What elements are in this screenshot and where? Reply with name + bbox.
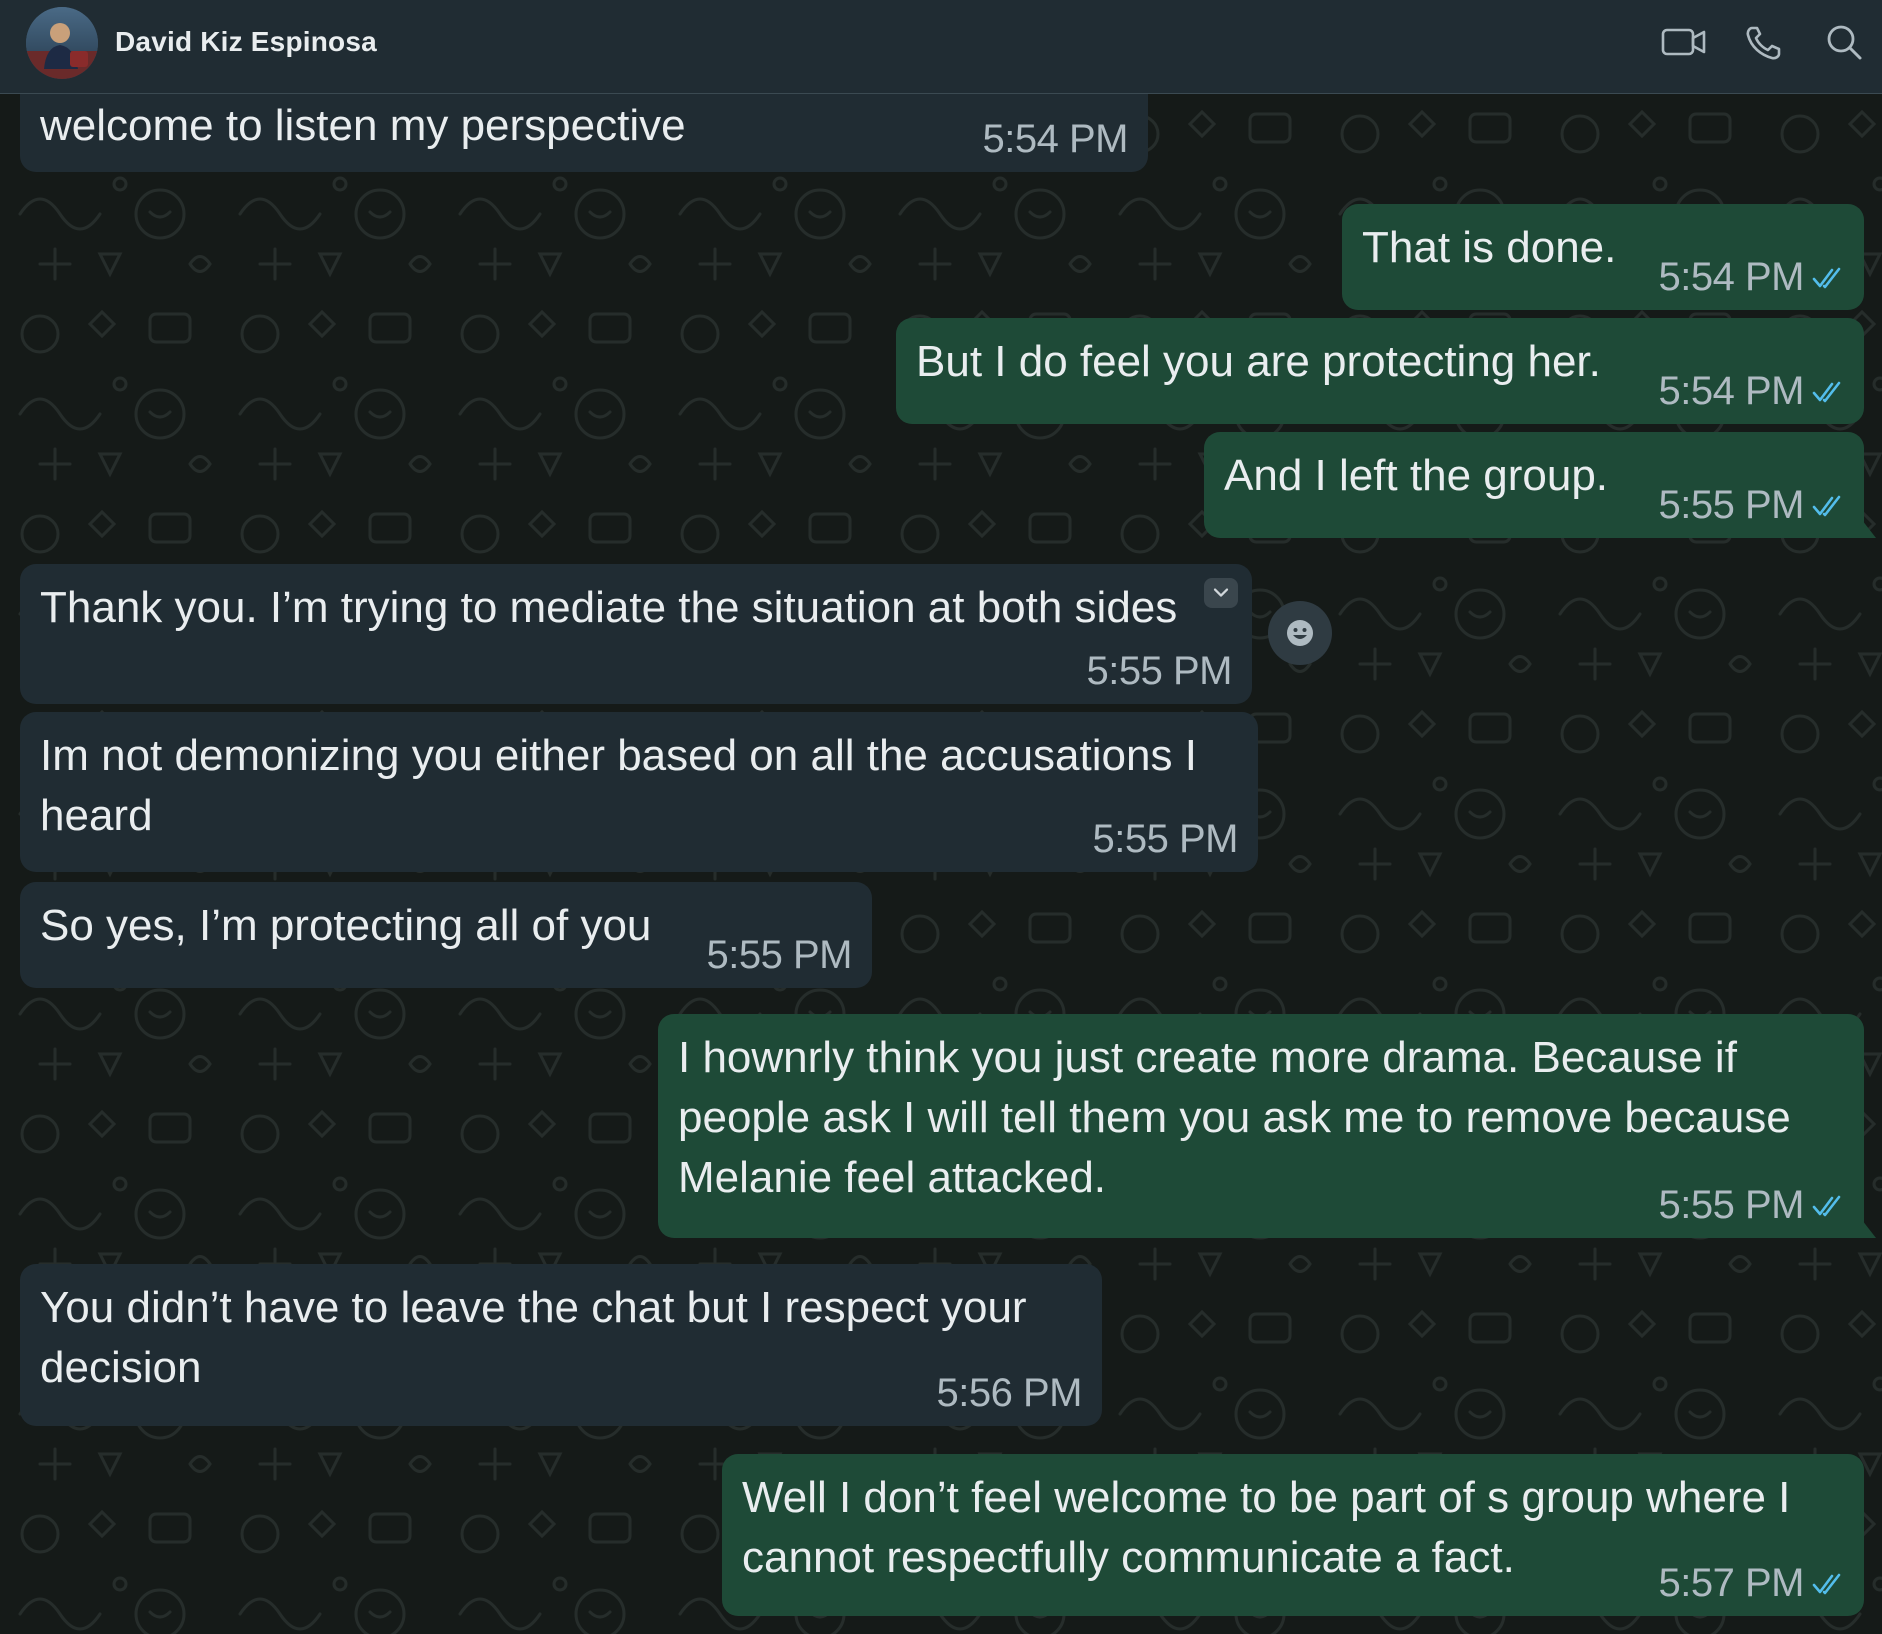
message-bubble-incoming[interactable]: You didn’t have to leave the chat but I … [20, 1264, 1102, 1426]
message-bubble-outgoing[interactable]: That is done. 5:54 PM [1342, 204, 1864, 310]
chat-area[interactable]: welcome to listen my perspective 5:54 PM… [0, 94, 1882, 1634]
message-meta: 5:54 PM [982, 117, 1129, 162]
message-text: welcome to listen my perspective [40, 101, 686, 150]
message-meta: 5:55 PM [706, 933, 853, 978]
double-check-icon [1812, 1573, 1844, 1595]
message-menu-button[interactable] [1204, 578, 1238, 608]
double-check-icon [1812, 267, 1844, 289]
message-time: 5:56 PM [936, 1371, 1083, 1415]
voice-call-icon[interactable] [1742, 22, 1790, 62]
message-time: 5:55 PM [706, 933, 853, 977]
message-time: 5:55 PM [1658, 483, 1805, 527]
video-call-icon[interactable] [1660, 22, 1708, 62]
contact-name[interactable]: David Kiz Espinosa [115, 26, 377, 58]
react-button[interactable] [1268, 601, 1332, 665]
contact-avatar[interactable] [26, 7, 98, 79]
message-bubble-outgoing[interactable]: I hownrly think you just create more dra… [658, 1014, 1876, 1238]
message-text: I hownrly think you just create more dra… [678, 1033, 1803, 1202]
avatar-image-icon [26, 7, 98, 79]
message-time: 5:55 PM [1086, 649, 1233, 693]
double-check-icon [1812, 495, 1844, 517]
message-meta: 5:55 PM [1659, 483, 1844, 528]
message-meta: 5:57 PM [1659, 1561, 1844, 1606]
message-text: Im not demonizing you either based on al… [40, 731, 1210, 840]
message-time: 5:54 PM [982, 117, 1129, 161]
message-bubble-outgoing[interactable]: And I left the group. 5:55 PM [1204, 432, 1876, 538]
bubble-tail [1862, 1220, 1876, 1238]
message-meta: 5:55 PM [1092, 817, 1239, 862]
message-meta: 5:55 PM [1086, 649, 1233, 694]
message-time: 5:55 PM [1658, 1183, 1805, 1227]
search-icon[interactable] [1822, 22, 1870, 62]
message-time: 5:57 PM [1658, 1561, 1805, 1605]
message-time: 5:55 PM [1092, 817, 1239, 861]
double-check-icon [1812, 1195, 1844, 1217]
message-meta: 5:56 PM [936, 1371, 1083, 1416]
chevron-down-icon [1213, 588, 1229, 597]
message-meta: 5:55 PM [1659, 1183, 1844, 1228]
message-text: Thank you. I’m trying to mediate the sit… [40, 583, 1178, 632]
message-meta: 5:54 PM [1659, 369, 1844, 414]
smiley-icon [1287, 620, 1313, 646]
message-time: 5:54 PM [1658, 255, 1805, 299]
bubble-tail [1862, 520, 1876, 538]
message-bubble-incoming[interactable]: Thank you. I’m trying to mediate the sit… [20, 564, 1252, 704]
message-text: You didn’t have to leave the chat but I … [40, 1283, 1039, 1392]
message-meta: 5:54 PM [1659, 255, 1844, 300]
message-bubble-outgoing[interactable]: But I do feel you are protecting her. 5:… [896, 318, 1864, 424]
message-bubble-incoming[interactable]: So yes, I’m protecting all of you 5:55 P… [20, 882, 872, 988]
chat-header: David Kiz Espinosa [0, 0, 1882, 94]
double-check-icon [1812, 381, 1844, 403]
message-bubble-incoming[interactable]: Im not demonizing you either based on al… [20, 712, 1258, 872]
message-time: 5:54 PM [1658, 369, 1805, 413]
message-bubble-incoming[interactable]: welcome to listen my perspective 5:54 PM [20, 94, 1148, 172]
message-bubble-outgoing[interactable]: Well I don’t feel welcome to be part of … [722, 1454, 1864, 1616]
